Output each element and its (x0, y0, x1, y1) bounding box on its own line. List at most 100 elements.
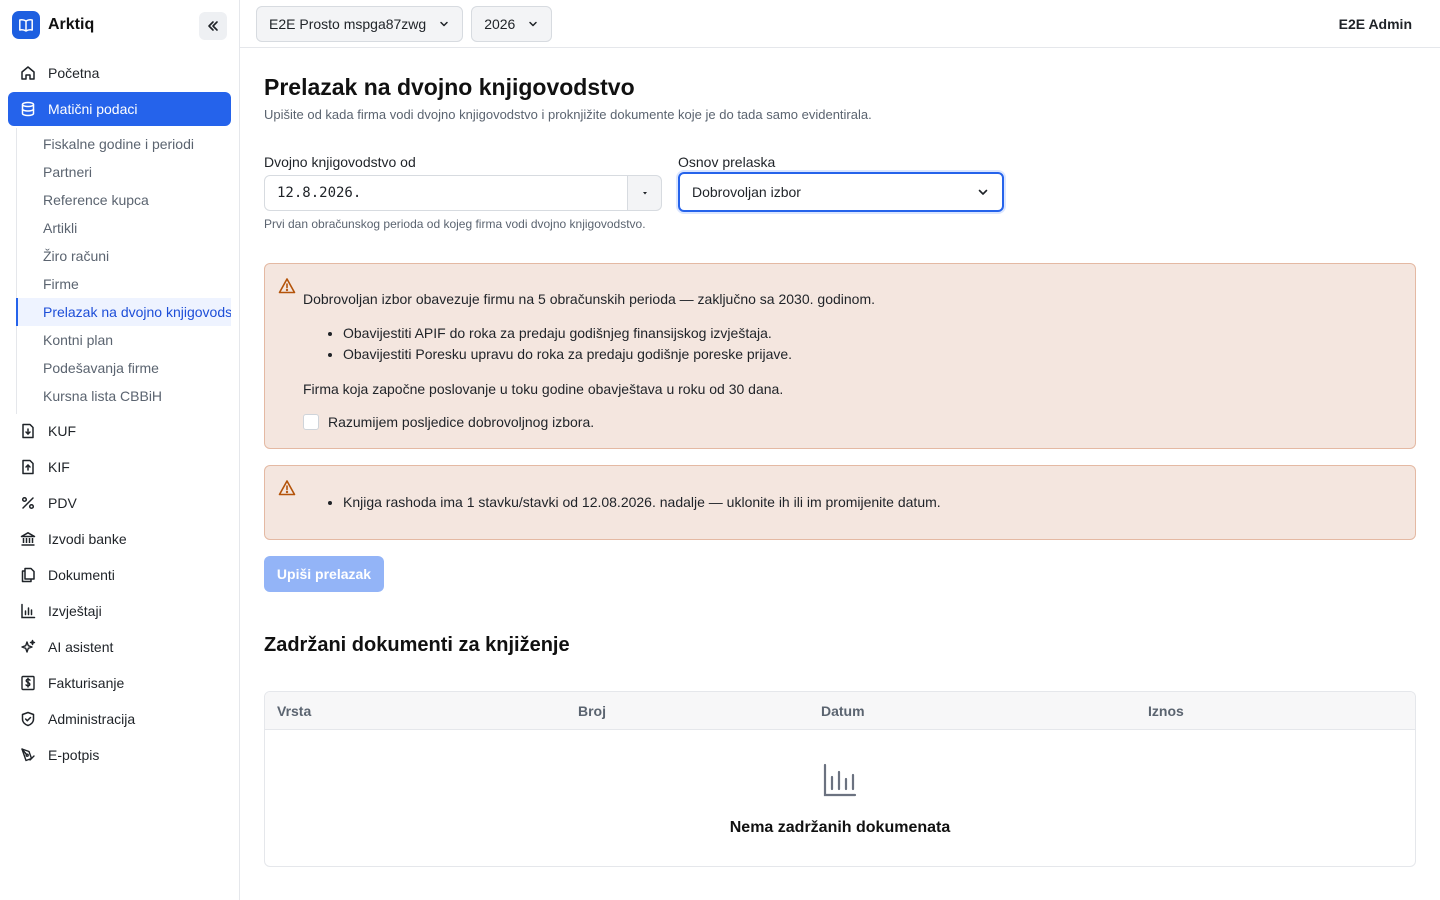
sidebar-item-kuf[interactable]: KUF (8, 414, 231, 448)
user-menu[interactable]: E2E Admin (1339, 16, 1412, 32)
held-documents-table: Vrsta Broj Datum Iznos Nema zadržanih do… (264, 691, 1416, 867)
company-select[interactable]: E2E Prosto mspga87zwg (256, 5, 464, 42)
submenu-item[interactable]: Žiro računi (17, 242, 231, 270)
topbar: E2E Prosto mspga87zwg 2026 E2E Admin (240, 0, 1440, 48)
warning-list: Obavijestiti APIF do roka za predaju god… (343, 323, 1399, 365)
sidebar-item-label: Izvještaji (48, 603, 102, 619)
column-header-vrsta[interactable]: Vrsta (265, 703, 566, 719)
date-input[interactable]: 12.8.2026. (264, 175, 628, 211)
sidebar: Arktiq Početna Matični podaci Fiskalne g… (0, 0, 240, 900)
submenu-item[interactable]: Kontni plan (17, 326, 231, 354)
column-header-iznos[interactable]: Iznos (1136, 703, 1184, 719)
sidebar-item-kif[interactable]: KIF (8, 450, 231, 484)
column-header-broj[interactable]: Broj (566, 703, 809, 719)
transition-form: Dvojno knjigovodstvo od 12.8.2026. Prvi … (264, 154, 1416, 231)
sidebar-item-pocetna[interactable]: Početna (8, 56, 231, 90)
acknowledge-checkbox-row[interactable]: Razumijem posljedice dobrovoljnog izbora… (303, 414, 1399, 430)
submenu-item[interactable]: Artikli (17, 214, 231, 242)
shield-icon (20, 711, 36, 727)
sidebar-item-label: Administracija (48, 711, 136, 727)
warning-icon (278, 479, 296, 500)
sidebar-item-e-potpis[interactable]: E-potpis (8, 738, 231, 772)
sidebar-item-label: E-potpis (48, 747, 100, 763)
basis-field: Osnov prelaska Dobrovoljan izbor (678, 154, 1004, 231)
page-content: Prelazak na dvojno knjigovodstvo Upišite… (240, 48, 1440, 867)
chevron-down-icon (438, 18, 450, 30)
basis-select[interactable]: Dobrovoljan izbor (678, 172, 1004, 212)
submenu-item[interactable]: Reference kupca (17, 186, 231, 214)
warning-icon (278, 277, 296, 298)
submit-transition-button[interactable]: Upiši prelazak (264, 556, 384, 592)
held-documents-title: Zadržani dokumenti za knjiženje (264, 634, 570, 656)
column-header-datum[interactable]: Datum (809, 703, 1136, 719)
sidebar-item-ai-asistent[interactable]: AI asistent (8, 630, 231, 664)
file-in-icon (20, 423, 36, 439)
date-field-help: Prvi dan obračunskog perioda od kojeg fi… (264, 217, 646, 231)
sidebar-item-dokumenti[interactable]: Dokumenti (8, 558, 231, 592)
warning-text: Dobrovoljan izbor obavezuje firmu na 5 o… (303, 291, 875, 307)
submenu-item-active[interactable]: Prelazak na dvojno knjigovodstvo (16, 298, 231, 326)
acknowledge-checkbox[interactable] (303, 414, 319, 430)
sidebar-item-label: AI asistent (48, 639, 114, 655)
acknowledge-checkbox-label: Razumijem posljedice dobrovoljnog izbora… (328, 414, 595, 430)
sidebar-item-label: Izvodi banke (48, 531, 127, 547)
warning-list-item: Knjiga rashoda ima 1 stavku/stavki od 12… (343, 492, 1399, 513)
empty-state-text: Nema zadržanih dokumenata (729, 819, 951, 836)
app-name: Arktiq (48, 16, 95, 33)
warning-list: Knjiga rashoda ima 1 stavku/stavki od 12… (343, 492, 1399, 513)
submenu-item[interactable]: Fiskalne godine i periodi (17, 130, 231, 158)
expense-book-warning: Knjiga rashoda ima 1 stavku/stavki od 12… (264, 465, 1416, 540)
date-field-label: Dvojno knjigovodstvo od (264, 154, 416, 170)
sidebar-item-maticni-podaci[interactable]: Matični podaci (8, 92, 231, 126)
submenu-item[interactable]: Podešavanja firme (17, 354, 231, 382)
table-header: Vrsta Broj Datum Iznos (265, 692, 1415, 730)
chevron-down-icon (976, 185, 990, 199)
bank-icon (20, 531, 36, 547)
sidebar-item-fakturisanje[interactable]: Fakturisanje (8, 666, 231, 700)
submenu-maticni-podaci: Fiskalne godine i periodi Partneri Refer… (16, 128, 231, 414)
sidebar-item-label: Matični podaci (48, 101, 138, 117)
invoice-dollar-icon (20, 675, 36, 691)
page-title: Prelazak na dvojno knjigovodstvo (264, 74, 635, 100)
submenu-item[interactable]: Kursna lista CBBiH (17, 382, 231, 410)
sidebar-item-label: Početna (48, 65, 100, 81)
voluntary-choice-warning: Dobrovoljan izbor obavezuje firmu na 5 o… (264, 263, 1416, 449)
year-select-value: 2026 (484, 15, 516, 32)
bar-chart-icon (822, 762, 858, 801)
sidebar-item-izvjestaji[interactable]: Izvještaji (8, 594, 231, 628)
date-field: Dvojno knjigovodstvo od 12.8.2026. Prvi … (264, 154, 662, 231)
sidebar-item-label: Fakturisanje (48, 675, 125, 691)
sidebar-item-label: Dokumenti (48, 567, 115, 583)
basis-field-label: Osnov prelaska (678, 154, 776, 170)
warning-list-item: Obavijestiti APIF do roka za predaju god… (343, 323, 1399, 344)
sidebar-item-label: KUF (48, 423, 76, 439)
collapse-sidebar-button[interactable] (199, 12, 227, 40)
percent-icon (20, 495, 36, 511)
empty-state: Nema zadržanih dokumenata (265, 730, 1415, 866)
sidebar-item-izvodi-banke[interactable]: Izvodi banke (8, 522, 231, 556)
basis-select-value: Dobrovoljan izbor (692, 184, 801, 200)
sidebar-item-pdv[interactable]: PDV (8, 486, 231, 520)
warning-list-item: Obavijestiti Poresku upravu do roka za p… (343, 344, 1399, 365)
main-area: E2E Prosto mspga87zwg 2026 E2E Admin Pre… (240, 0, 1440, 900)
book-logo-icon (12, 11, 40, 39)
sparkles-icon (20, 639, 36, 655)
signature-pen-icon (20, 747, 36, 763)
submenu-item[interactable]: Firme (17, 270, 231, 298)
caret-down-icon (642, 192, 647, 195)
page-subtitle: Upišite od kada firma vodi dvojno knjigo… (264, 107, 872, 122)
chevrons-left-icon (208, 21, 218, 31)
warning-note: Firma koja započne poslovanje u toku god… (303, 381, 784, 397)
sidebar-item-administracija[interactable]: Administracija (8, 702, 231, 736)
date-picker-button[interactable] (628, 175, 662, 211)
file-out-icon (20, 459, 36, 475)
sidebar-nav: Početna Matični podaci Fiskalne godine i… (0, 50, 239, 772)
year-select[interactable]: 2026 (471, 5, 553, 42)
submenu-item[interactable]: Partneri (17, 158, 231, 186)
home-icon (20, 65, 36, 81)
sidebar-item-label: PDV (48, 495, 77, 511)
sidebar-item-label: KIF (48, 459, 70, 475)
company-select-value: E2E Prosto mspga87zwg (269, 15, 427, 32)
documents-icon (20, 567, 36, 583)
chevron-down-icon (527, 18, 539, 30)
